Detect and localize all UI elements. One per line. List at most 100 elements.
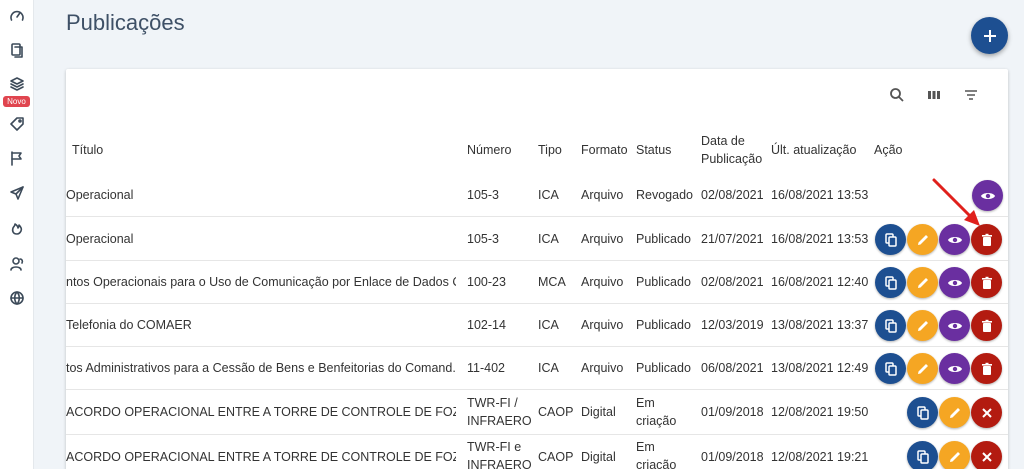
columns-button[interactable] (923, 84, 945, 106)
pencil-icon (917, 363, 928, 374)
view-button[interactable] (939, 353, 970, 384)
document-copy-icon[interactable] (6, 39, 28, 61)
copy-button[interactable] (875, 224, 906, 255)
copy-button[interactable] (875, 310, 906, 341)
row-divider (66, 389, 1008, 390)
cell-data: 06/08/2021 (701, 361, 764, 375)
cell-status-line2: criação (636, 414, 677, 428)
cell-status: Publicado (636, 275, 691, 289)
add-publication-button[interactable] (971, 17, 1008, 54)
eye-icon (947, 236, 962, 243)
trash-icon (981, 233, 992, 246)
row-divider (66, 260, 1008, 261)
copy-button[interactable] (875, 267, 906, 298)
trash-icon (981, 362, 992, 375)
cell-tipo: ICA (538, 318, 559, 332)
sidebar: Novo (0, 0, 34, 469)
delete-button[interactable] (971, 353, 1002, 384)
copy-button[interactable] (875, 353, 906, 384)
cell-status-line1: Em (636, 396, 655, 410)
edit-button[interactable] (907, 267, 938, 298)
cell-formato: Digital (581, 405, 616, 419)
pencil-icon (917, 320, 928, 331)
cell-atualizacao: 13/08/2021 12:49 (771, 361, 869, 375)
cell-tipo: CAOP (538, 450, 574, 464)
col-header-tipo[interactable]: Tipo (538, 142, 562, 159)
cancel-button[interactable] (971, 397, 1002, 428)
cell-formato: Digital (581, 450, 616, 464)
layers-icon[interactable] (6, 73, 28, 95)
delete-button[interactable] (971, 310, 1002, 341)
search-button[interactable] (886, 84, 908, 106)
filter-button[interactable] (960, 84, 982, 106)
page-title: Publicações (66, 10, 185, 35)
edit-button[interactable] (939, 397, 970, 428)
edit-button[interactable] (907, 353, 938, 384)
cell-data: 01/09/2018 (701, 450, 764, 464)
filter-list-icon (965, 90, 977, 100)
cell-status-line1: Em (636, 440, 655, 454)
cell-status: Publicado (636, 232, 691, 246)
pencil-icon (917, 277, 928, 288)
cell-titulo: ACORDO OPERACIONAL ENTRE A TORRE DE CONT… (66, 450, 456, 464)
cell-tipo: ICA (538, 361, 559, 375)
col-header-data-2[interactable]: Publicação (701, 151, 762, 168)
cancel-button[interactable] (971, 441, 1002, 469)
cell-formato: Arquivo (581, 275, 624, 289)
cell-numero: 105-3 (467, 232, 499, 246)
cell-status-line2: criação (636, 458, 677, 469)
cell-formato: Arquivo (581, 232, 624, 246)
copy-icon (916, 449, 929, 464)
col-header-titulo[interactable]: Título (72, 142, 103, 159)
users-icon[interactable] (6, 253, 28, 275)
col-header-formato[interactable]: Formato (581, 142, 628, 159)
globe-icon[interactable] (6, 287, 28, 309)
copy-button[interactable] (907, 441, 938, 469)
cell-titulo: Operacional (66, 188, 134, 202)
cell-data: 02/08/2021 (701, 275, 764, 289)
search-icon (890, 88, 904, 102)
plus-icon (983, 29, 996, 42)
tag-icon[interactable] (6, 113, 28, 135)
cell-atualizacao: 12/08/2021 19:50 (771, 405, 869, 419)
cell-formato: Arquivo (581, 361, 624, 375)
novo-badge: Novo (3, 96, 30, 107)
col-header-status[interactable]: Status (636, 142, 671, 159)
view-button[interactable] (939, 310, 970, 341)
copy-icon (884, 232, 897, 247)
cell-tipo: MCA (538, 275, 566, 289)
cell-atualizacao: 13/08/2021 13:37 (771, 318, 869, 332)
cell-numero-line2: INFRAERO (467, 414, 532, 428)
cell-titulo: ACORDO OPERACIONAL ENTRE A TORRE DE CONT… (66, 405, 456, 419)
pencil-icon (949, 407, 960, 418)
copy-icon (916, 405, 929, 420)
fire-icon[interactable] (6, 217, 28, 239)
row-divider (66, 216, 1008, 217)
view-button[interactable] (939, 267, 970, 298)
eye-icon (947, 279, 962, 286)
annotation-arrow-icon (932, 178, 980, 226)
edit-button[interactable] (907, 310, 938, 341)
copy-icon (884, 275, 897, 290)
pencil-icon (949, 451, 960, 462)
row-divider (66, 303, 1008, 304)
cell-tipo: ICA (538, 232, 559, 246)
edit-button[interactable] (939, 441, 970, 469)
cell-tipo: CAOP (538, 405, 574, 419)
col-header-data-1[interactable]: Data de (701, 133, 745, 150)
row-divider (66, 434, 1008, 435)
cell-titulo: Telefonia do COMAER (66, 318, 192, 332)
dashboard-speedometer-icon[interactable] (6, 5, 28, 27)
col-header-atualizacao[interactable]: Últ. atualização (771, 142, 856, 159)
cell-numero: 100-23 (467, 275, 506, 289)
delete-button[interactable] (971, 267, 1002, 298)
cell-titulo: Operacional (66, 232, 134, 246)
copy-button[interactable] (907, 397, 938, 428)
cell-numero-line2: INFRAERO (467, 458, 532, 469)
cell-numero-line1: TWR-FI e (467, 440, 522, 454)
flag-icon[interactable] (6, 147, 28, 169)
col-header-numero[interactable]: Número (467, 142, 511, 159)
send-icon[interactable] (6, 182, 28, 204)
copy-icon (884, 361, 897, 376)
cell-data: 12/03/2019 (701, 318, 764, 332)
